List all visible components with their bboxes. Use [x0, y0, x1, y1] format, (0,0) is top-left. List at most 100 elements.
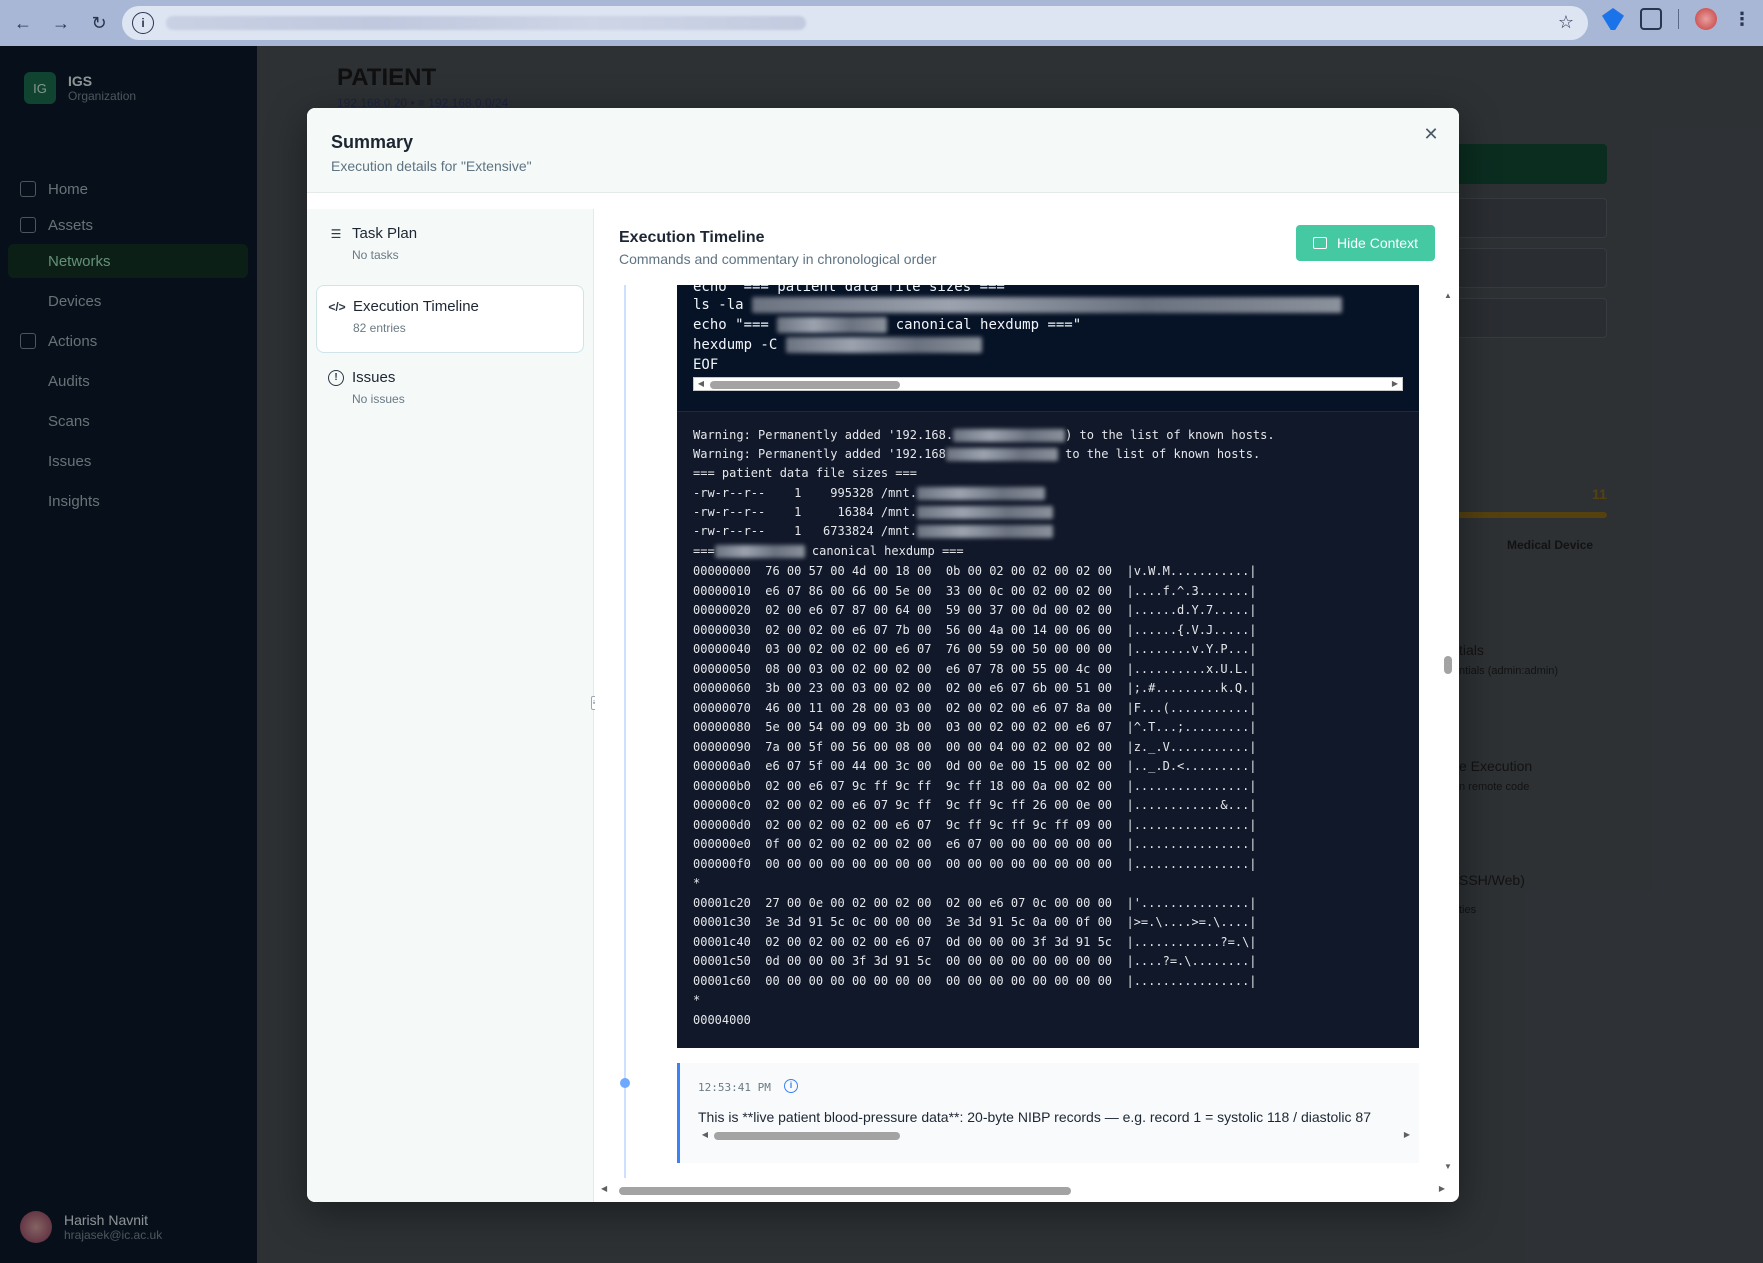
scroll-right-icon[interactable]: ▶	[1388, 378, 1402, 390]
scroll-thumb[interactable]	[714, 1132, 900, 1140]
scroll-up-icon[interactable]: ▲	[1443, 291, 1453, 300]
nav-label: Task Plan	[352, 225, 418, 242]
nav-issues[interactable]: ! Issues No issues	[316, 357, 584, 425]
extension-icon[interactable]	[1602, 8, 1624, 30]
hexdump-line: 000000d0 02 00 02 00 02 00 e6 07 9c ff 9…	[693, 817, 1257, 832]
output-line: Warning: Permanently added '192.168 to t…	[693, 447, 1260, 461]
hexdump-line: 00001c20 27 00 0e 00 02 00 02 00 02 00 e…	[693, 895, 1257, 910]
hide-context-button[interactable]: Hide Context	[1296, 225, 1435, 261]
close-icon[interactable]: ✕	[1419, 122, 1443, 146]
list-icon: ☰	[330, 226, 342, 241]
nav-sub: 82 entries	[353, 321, 406, 335]
command-text: ls -la	[693, 297, 753, 313]
scroll-left-icon[interactable]: ◀	[698, 1129, 712, 1141]
output-line: === canonical hexdump ===	[693, 544, 964, 558]
summary-modal: Summary Execution details for "Extensive…	[307, 108, 1459, 1202]
hexdump-line: 000000f0 00 00 00 00 00 00 00 00 00 00 0…	[693, 856, 1257, 871]
output-line: -rw-r--r-- 1 995328 /mnt.	[693, 486, 1045, 500]
hexdump-line: 00000090 7a 00 5f 00 56 00 08 00 00 00 0…	[693, 739, 1257, 754]
command-text: canonical hexdump ==="	[887, 317, 1082, 333]
info-icon[interactable]: i	[784, 1079, 798, 1093]
redacted-text	[752, 297, 1343, 313]
redacted-text	[953, 429, 1066, 442]
command-block: echo "=== patient data file sizes ===" l…	[677, 285, 1419, 411]
summary-nav: ☰ Task Plan No tasks </> Execution Timelin…	[307, 209, 594, 1202]
menu-icon[interactable]: ⋮	[1733, 9, 1751, 30]
redacted-text	[916, 487, 1045, 500]
scroll-down-icon[interactable]: ▼	[1443, 1162, 1453, 1171]
hexdump-line: 00000030 02 00 02 00 e6 07 7b 00 56 00 4…	[693, 622, 1257, 637]
command-text: echo "===	[693, 317, 778, 333]
timeline-entry-dot	[620, 1078, 630, 1088]
nav-execution-timeline[interactable]: </> Execution Timeline 82 entries	[316, 285, 584, 353]
hide-context-label: Hide Context	[1337, 235, 1418, 251]
output-line: === patient data file sizes ===	[693, 466, 917, 480]
star-icon[interactable]: ☆	[1558, 12, 1574, 33]
redacted-text	[714, 545, 805, 558]
output-text: -rw-r--r-- 1 6733824 /mnt.	[693, 524, 917, 538]
scroll-thumb[interactable]	[710, 381, 900, 389]
nav-sub: No issues	[352, 392, 405, 406]
commentary-scrollbar[interactable]: ◀ ▶	[698, 1129, 1414, 1143]
hexdump-line: 00000080 5e 00 54 00 09 00 3b 00 03 00 0…	[693, 720, 1257, 734]
scroll-right-icon[interactable]: ▶	[1439, 1184, 1445, 1193]
hexdump-line: 00000020 02 00 e6 07 87 00 64 00 59 00 3…	[693, 603, 1257, 617]
entry-timestamp: 12:53:41 PM	[698, 1081, 771, 1094]
execution-timeline[interactable]: echo "=== patient data file sizes ===" l…	[595, 285, 1459, 1178]
redacted-text	[785, 337, 982, 353]
command-output: Warning: Permanently added '192.168. ) to…	[677, 411, 1419, 1048]
commentary-text: This is **live patient blood-pressure da…	[698, 1109, 1371, 1125]
hexdump-line: 00000070 46 00 11 00 28 00 03 00 02 00 0…	[693, 700, 1257, 715]
content-title: Execution Timeline	[619, 229, 765, 246]
puzzle-icon[interactable]	[1640, 8, 1662, 30]
content-header: Execution Timeline Commands and commenta…	[595, 209, 1459, 285]
back-icon[interactable]: ←	[8, 8, 38, 38]
redacted-text	[916, 525, 1053, 538]
timeline-horizontal-scrollbar[interactable]: ◀ ▶	[595, 1184, 1445, 1198]
output-text: Warning: Permanently added '192.168.	[693, 428, 954, 442]
output-text: -rw-r--r-- 1 16384 /mnt.	[693, 505, 917, 519]
command-line: ls -la	[693, 297, 1343, 313]
hexdump-line: *	[693, 993, 701, 1007]
nav-task-plan[interactable]: ☰ Task Plan No tasks	[316, 213, 584, 281]
hexdump-line: *	[693, 876, 701, 890]
command-line: hexdump -C	[693, 337, 982, 353]
redacted-url	[166, 16, 806, 30]
modal-header: Summary Execution details for "Extensive…	[307, 108, 1459, 193]
hexdump-line: 000000b0 02 00 e6 07 9c ff 9c ff 9c ff 1…	[693, 778, 1257, 793]
info-icon[interactable]: i	[132, 12, 154, 34]
hexdump-line: 00001c50 0d 00 00 00 3f 3d 91 5c 00 00 0…	[693, 954, 1257, 968]
hexdump-line: 00001c40 02 00 02 00 02 00 e6 07 0d 00 0…	[693, 934, 1257, 949]
alert-circle-icon: !	[328, 369, 344, 386]
timeline-vertical-scrollbar[interactable]: ▲ ▼	[1443, 291, 1453, 1171]
scroll-thumb[interactable]	[1444, 656, 1452, 674]
hexdump-line: 00001c30 3e 3d 91 5c 0c 00 00 00 3e 3d 9…	[693, 915, 1257, 929]
redacted-text	[916, 506, 1053, 519]
forward-icon[interactable]: →	[46, 8, 76, 38]
toolbar-divider	[1678, 9, 1679, 29]
scroll-left-icon[interactable]: ◀	[601, 1184, 607, 1193]
output-line: Warning: Permanently added '192.168. ) to…	[693, 428, 1275, 442]
redacted-text	[777, 317, 888, 333]
message-icon	[1313, 237, 1328, 249]
command-scrollbar[interactable]: ◀ ▶	[693, 377, 1403, 391]
command-line: echo "=== patient data file sizes ==="	[693, 285, 1014, 295]
output-text: ) to the list of known hosts.	[1065, 428, 1275, 442]
output-text: canonical hexdump ===	[804, 544, 964, 558]
output-text: ===	[693, 544, 715, 558]
output-line: -rw-r--r-- 1 6733824 /mnt.	[693, 524, 1053, 538]
hexdump-line: 00004000	[693, 1012, 751, 1027]
content-subtitle: Commands and commentary in chronological…	[619, 251, 937, 267]
scroll-left-icon[interactable]: ◀	[694, 378, 708, 390]
output-line: -rw-r--r-- 1 16384 /mnt.	[693, 505, 1053, 519]
command-text: hexdump -C	[693, 337, 786, 353]
address-bar[interactable]: i ☆	[122, 6, 1588, 40]
profile-avatar[interactable]	[1695, 8, 1717, 30]
modal-title: Summary	[331, 132, 414, 152]
hexdump-line: 00000040 03 00 02 00 02 00 e6 07 76 00 5…	[693, 642, 1257, 656]
scroll-thumb[interactable]	[619, 1187, 1071, 1195]
hexdump-line: 00000060 3b 00 23 00 03 00 02 00 02 00 e…	[693, 681, 1257, 695]
scroll-right-icon[interactable]: ▶	[1400, 1129, 1414, 1141]
reload-icon[interactable]: ↻	[84, 8, 114, 38]
modal-subtitle: Execution details for "Extensive"	[331, 158, 532, 174]
